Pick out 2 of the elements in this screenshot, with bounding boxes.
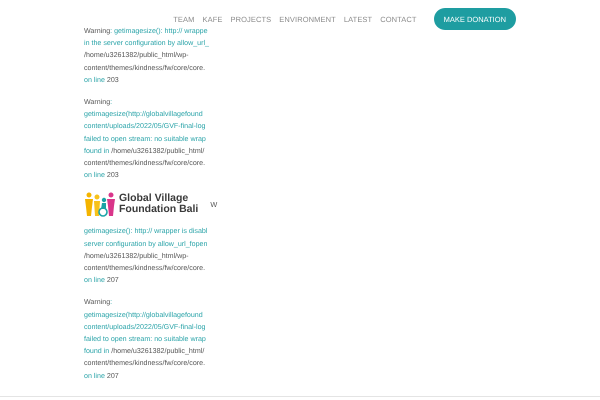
logo-text: Global Village Foundation Bali: [119, 193, 198, 216]
logo-icon: [84, 191, 116, 218]
